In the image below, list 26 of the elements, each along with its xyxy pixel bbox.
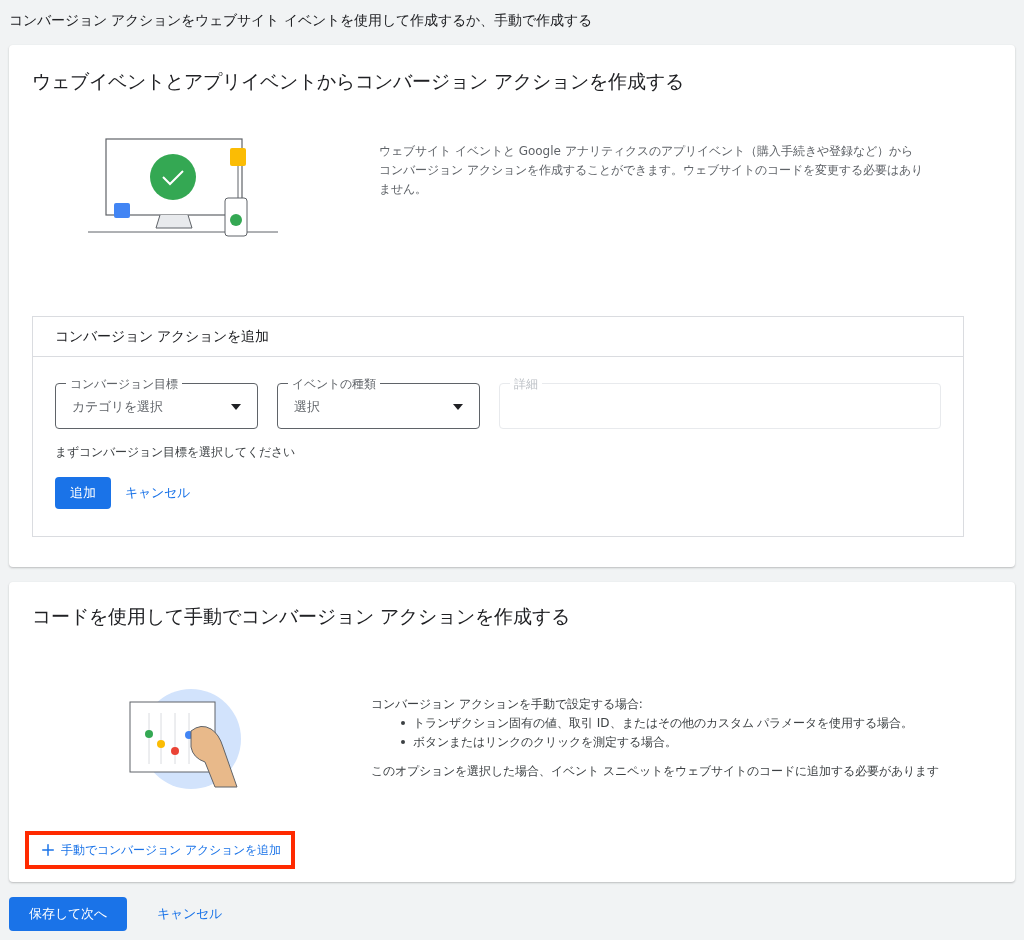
panel-title: コンバージョン アクションを追加	[33, 316, 963, 357]
bullet-text: トランザクション固有の値、取引 ID、またはその他のカスタム パラメータを使用する場合。	[413, 714, 914, 732]
cancel-link[interactable]: キャンセル	[125, 482, 190, 503]
add-button[interactable]: 追加	[55, 476, 111, 509]
section-title: ウェブイベントとアプリイベントからコンバージョン アクションを作成する	[32, 69, 686, 94]
save-next-button[interactable]: 保存して次へ	[9, 897, 127, 931]
field-value: カテゴリを選択	[72, 397, 164, 416]
bullet-text: ボタンまたはリンクのクリックを測定する場合。	[413, 733, 677, 751]
field-label: イベントの種類	[291, 376, 377, 391]
note-text: このオプションを選択した場合、イベント スニペットをウェブサイトのコードに追加する必要があります	[371, 762, 940, 780]
bullet-icon	[401, 740, 405, 744]
section-description: ウェブサイト イベントと Google アナリティクスのアプリイベント（購入手続きや登録など）からコンバージョン アクションを作成することができます。ウェブサイトのコードを変更する必要はありません。	[379, 142, 924, 198]
add-manual-link[interactable]: 手動でコンバージョン アクションを追加	[25, 830, 295, 869]
dropdown-caret-icon	[231, 403, 241, 410]
cancel-link[interactable]: キャンセル	[157, 904, 222, 924]
field-label: コンバージョン目標	[69, 376, 179, 391]
select-field[interactable]: コンバージョン目標 カテゴリを選択	[55, 376, 258, 429]
intro-text: コンバージョン アクションを手動で設定する場合:	[371, 695, 644, 713]
select-field[interactable]: イベントの種類 選択	[277, 376, 480, 429]
bullet-icon	[401, 721, 405, 725]
page-title: コンバージョン アクションをウェブサイト イベントを使用して作成するか、手動で作成する	[8, 11, 593, 30]
dropdown-caret-icon	[453, 403, 463, 410]
section-title: コードを使用して手動でコンバージョン アクションを作成する	[32, 604, 572, 629]
field-value: 選択	[294, 397, 321, 416]
hint-text: まずコンバージョン目標を選択してください	[54, 443, 296, 461]
field-label: 詳細	[513, 376, 539, 391]
